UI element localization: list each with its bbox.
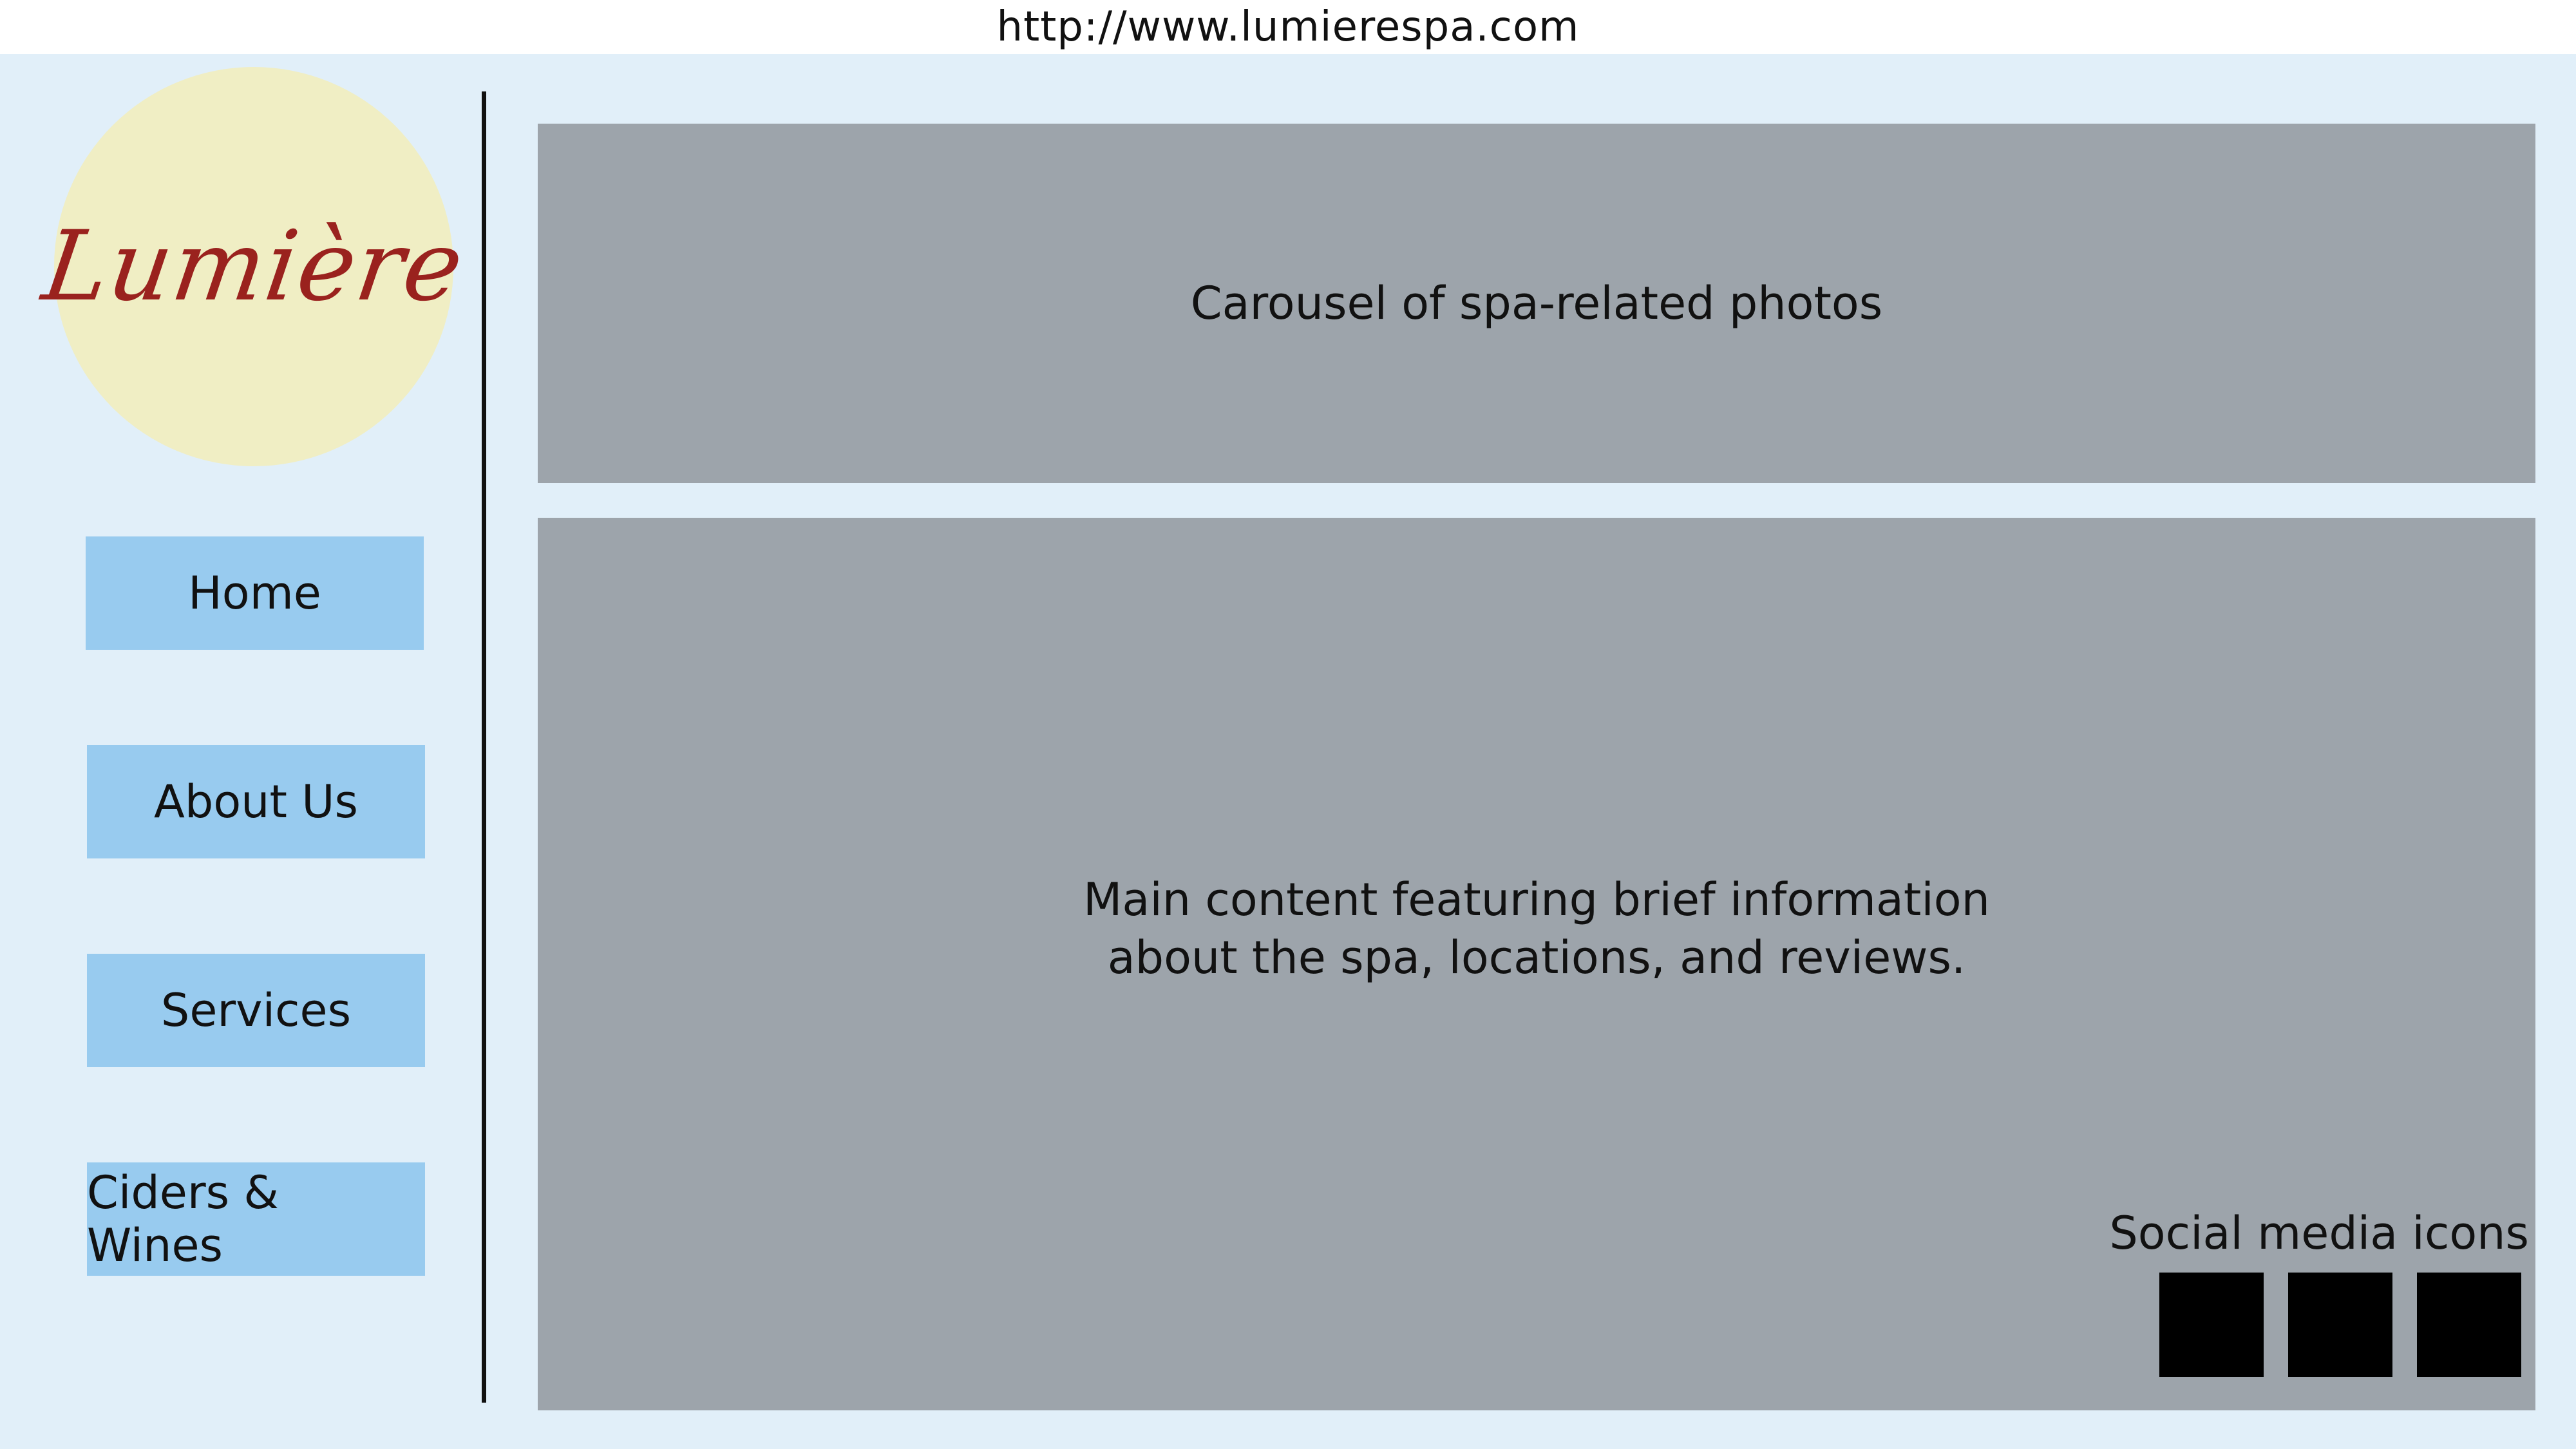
address-bar[interactable]: http://www.lumierespa.com bbox=[0, 0, 2576, 54]
logo-text: Lumière bbox=[36, 211, 471, 323]
url-text: http://www.lumierespa.com bbox=[996, 3, 1580, 51]
social-icon-3[interactable] bbox=[2417, 1273, 2521, 1377]
social-media-label: Social media icons bbox=[2109, 1207, 2529, 1260]
nav-home-label: Home bbox=[188, 567, 321, 620]
sidebar-divider bbox=[482, 91, 486, 1403]
nav-services-button[interactable]: Services bbox=[87, 954, 425, 1067]
logo[interactable]: Lumière bbox=[37, 67, 471, 466]
main-content-line-2: about the spa, locations, and reviews. bbox=[1107, 931, 1966, 984]
nav-about-us-label: About Us bbox=[154, 775, 358, 828]
nav-services-label: Services bbox=[160, 984, 352, 1037]
page-body: Lumière Home About Us Services Ciders & … bbox=[0, 54, 2576, 1449]
social-icon-2[interactable] bbox=[2288, 1273, 2392, 1377]
photo-carousel[interactable]: Carousel of spa-related photos bbox=[538, 124, 2535, 483]
nav-ciders-wines-button[interactable]: Ciders & Wines bbox=[87, 1162, 425, 1276]
nav-about-us-button[interactable]: About Us bbox=[87, 745, 425, 858]
nav-home-button[interactable]: Home bbox=[86, 536, 424, 650]
carousel-label: Carousel of spa-related photos bbox=[1190, 277, 1883, 330]
nav-ciders-wines-label: Ciders & Wines bbox=[87, 1166, 279, 1272]
main-content-panel: Main content featuring brief information… bbox=[538, 518, 2535, 1410]
main-content-line-1: Main content featuring brief information bbox=[1083, 873, 1990, 926]
social-icon-1[interactable] bbox=[2159, 1273, 2264, 1377]
